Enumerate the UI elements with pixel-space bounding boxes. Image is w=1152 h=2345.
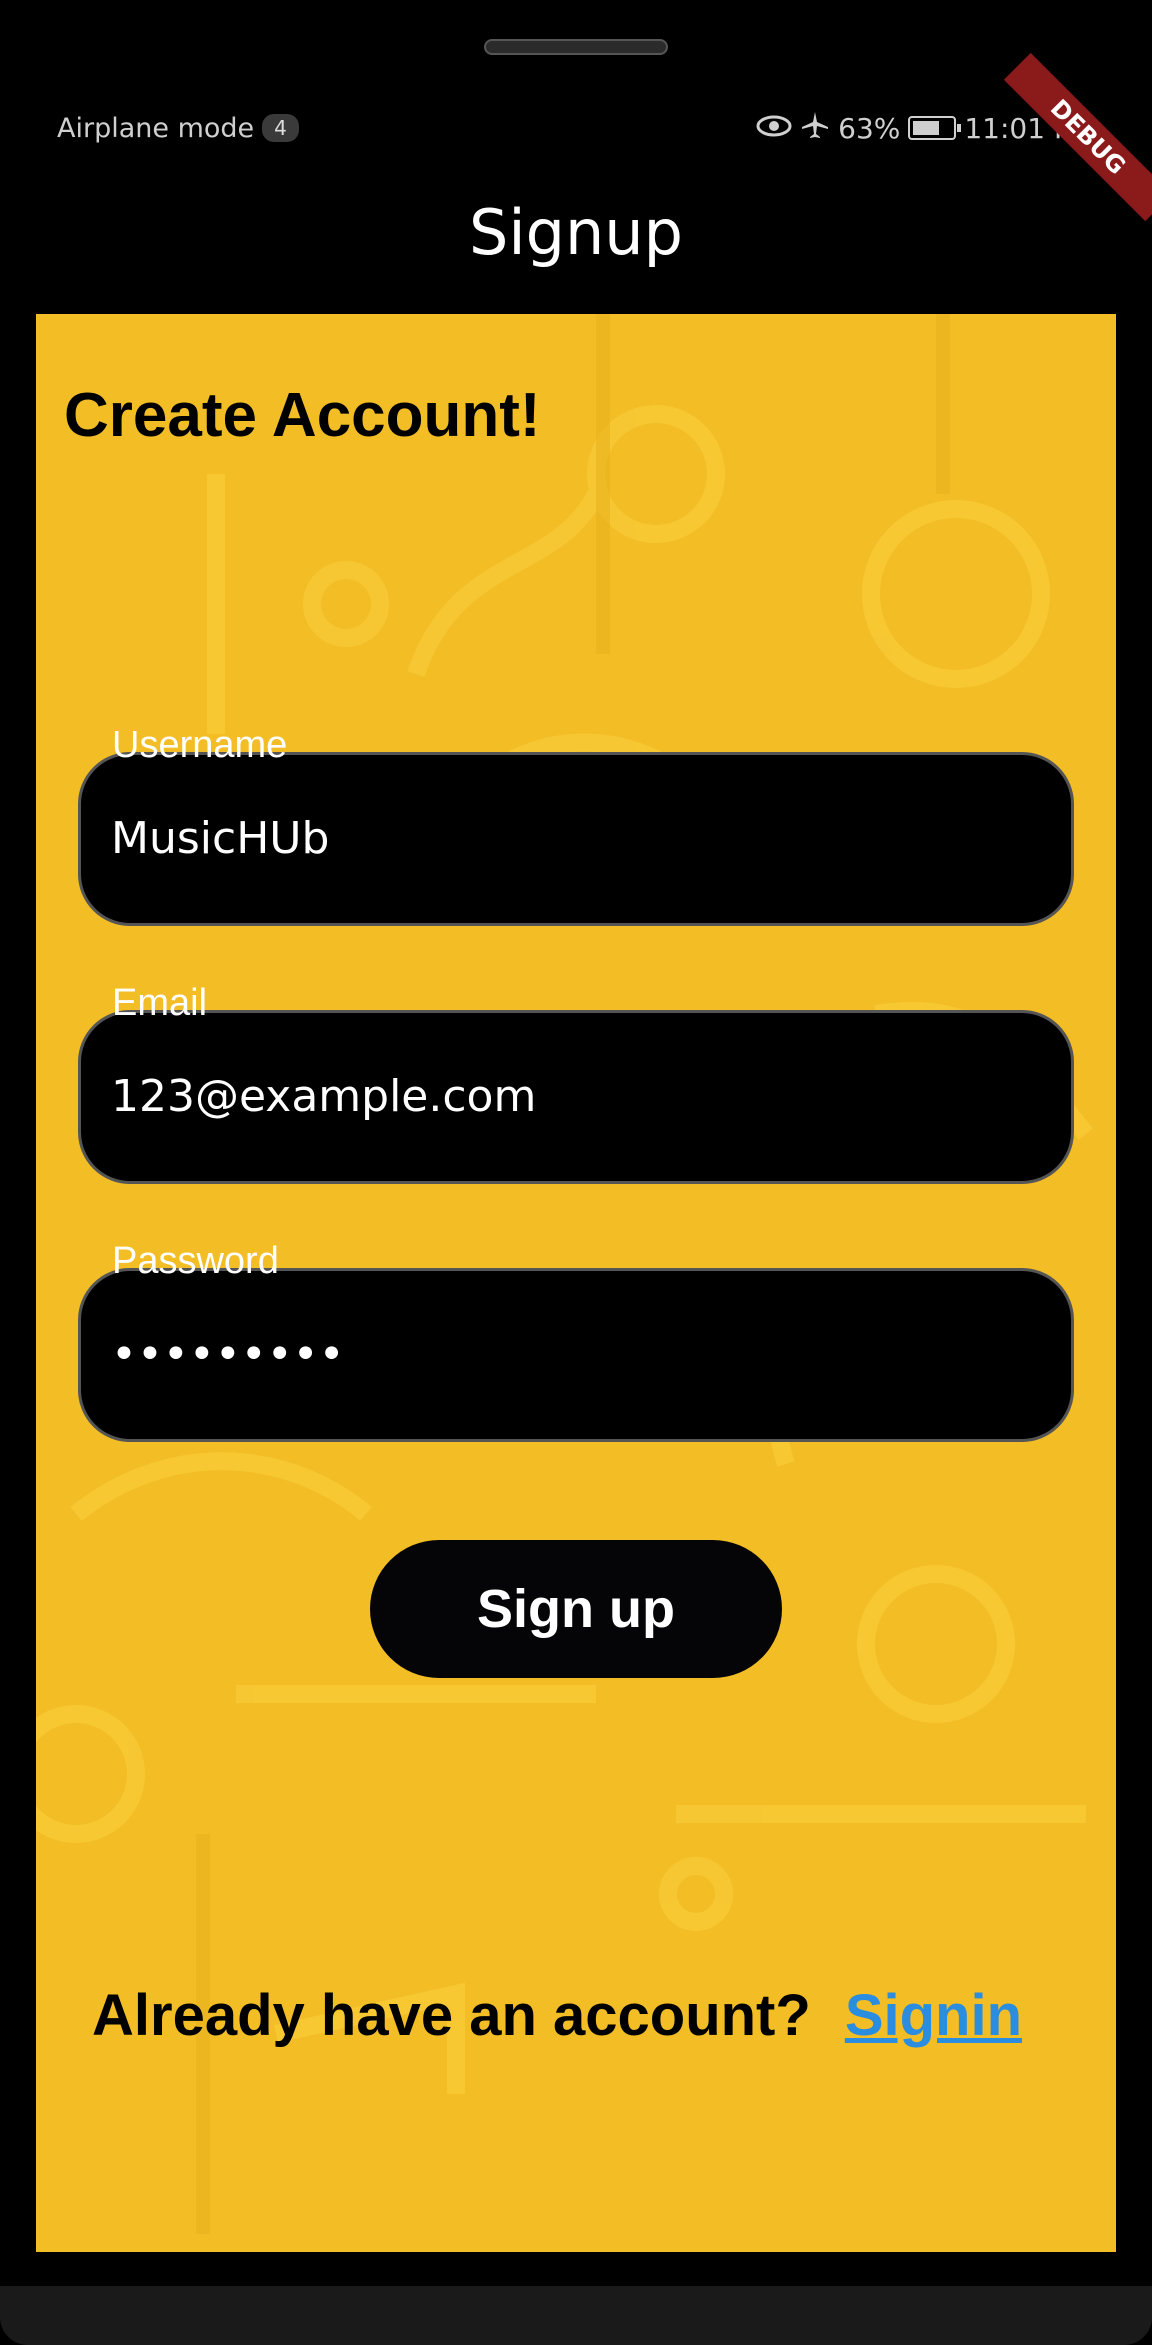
password-label: Password xyxy=(112,1240,279,1282)
battery-icon xyxy=(908,116,962,140)
signin-prompt-row: Already have an account? Signin xyxy=(92,1982,1022,2049)
status-bar-left: Airplane mode 4 xyxy=(57,110,299,146)
notification-count-badge: 4 xyxy=(262,114,299,142)
phone-frame: Airplane mode 4 63% 11:01 PM DEBUG Signu… xyxy=(0,0,1152,2345)
username-label: Username xyxy=(112,724,288,766)
signin-link[interactable]: Signin xyxy=(845,1982,1022,2049)
sign-up-button[interactable]: Sign up xyxy=(370,1540,782,1678)
speaker-grille xyxy=(484,39,668,55)
battery-percent: 63% xyxy=(838,111,901,145)
airplane-icon xyxy=(800,110,830,147)
email-field[interactable]: 123@example.com xyxy=(78,1010,1074,1184)
signup-body: Create Account! MusicHUb Username 123@ex… xyxy=(36,314,1116,2252)
page-title: Signup xyxy=(469,196,683,269)
email-label: Email xyxy=(112,982,208,1024)
eye-icon xyxy=(756,112,792,145)
bottom-bezel xyxy=(0,2286,1152,2345)
password-value[interactable]: ••••••••• xyxy=(111,1329,345,1380)
password-field[interactable]: ••••••••• xyxy=(78,1268,1074,1442)
create-account-heading: Create Account! xyxy=(64,381,541,450)
username-value[interactable]: MusicHUb xyxy=(111,813,329,864)
email-value[interactable]: 123@example.com xyxy=(111,1071,536,1122)
airplane-mode-label: Airplane mode xyxy=(57,112,255,144)
username-field[interactable]: MusicHUb xyxy=(78,752,1074,926)
already-have-account-text: Already have an account? xyxy=(92,1983,811,2048)
